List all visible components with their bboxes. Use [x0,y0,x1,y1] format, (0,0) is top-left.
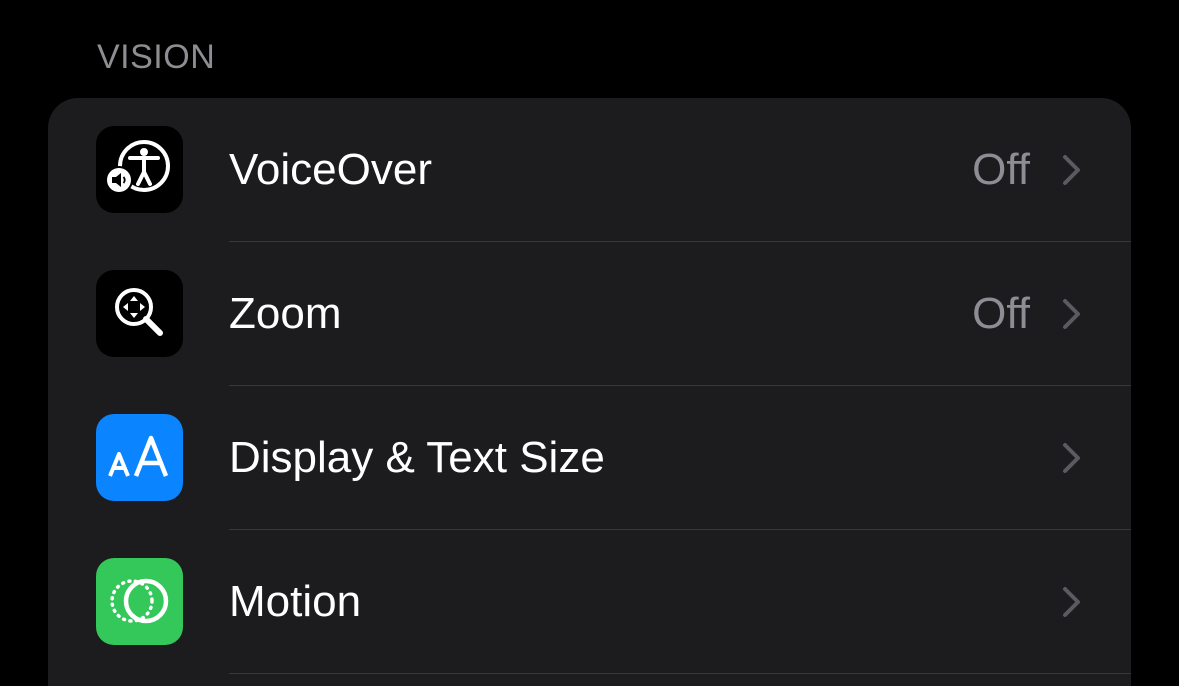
chevron-right-icon [1063,155,1080,185]
row-voiceover[interactable]: VoiceOver Off [48,98,1131,242]
row-label: VoiceOver [229,145,432,194]
row-label: Motion [229,577,362,626]
voiceover-icon [96,126,183,213]
vision-settings-group: VoiceOver Off Zoom Off Display & Text Si… [48,98,1131,686]
chevron-right-icon [1063,299,1080,329]
row-display-text-size[interactable]: Display & Text Size [48,386,1131,530]
row-motion[interactable]: Motion [48,530,1131,674]
chevron-right-icon [1063,587,1080,617]
zoom-icon [96,270,183,357]
row-value: Off [972,289,1030,338]
row-value: Off [972,145,1030,194]
row-label: Display & Text Size [229,433,605,482]
text-size-icon [96,414,183,501]
row-separator [229,673,1131,674]
chevron-right-icon [1063,443,1080,473]
row-label: Zoom [229,289,342,338]
accessibility-settings-screen: VISION VoiceOver Off Zoom Off Display & … [0,0,1179,686]
row-zoom[interactable]: Zoom Off [48,242,1131,386]
motion-icon [96,558,183,645]
section-header-vision: VISION [97,38,216,76]
